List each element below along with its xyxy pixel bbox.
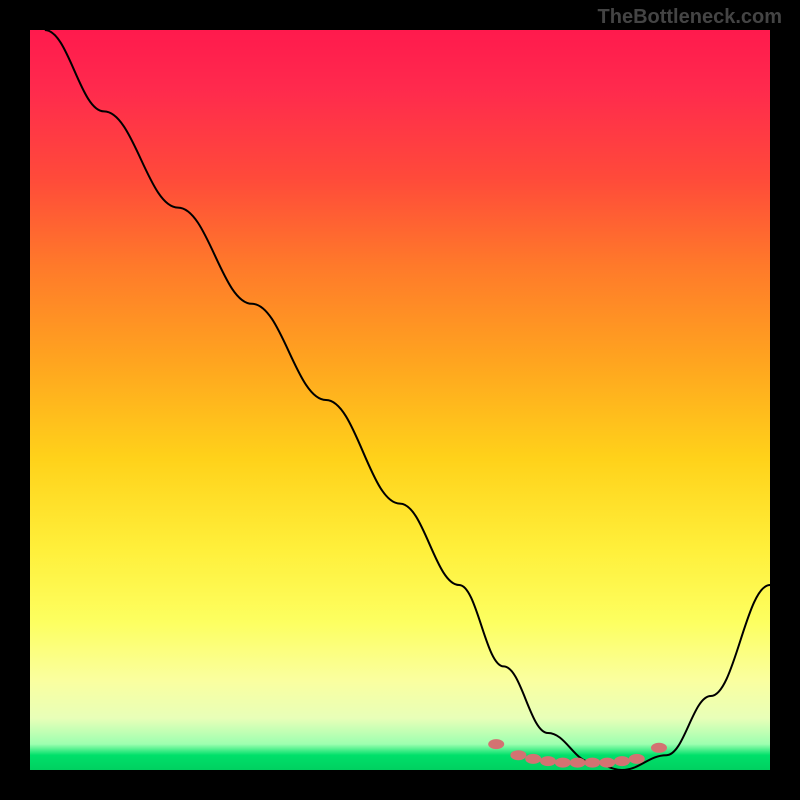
optimal-marker [599, 758, 615, 768]
optimal-marker [584, 758, 600, 768]
optimal-marker [510, 750, 526, 760]
optimal-marker [555, 758, 571, 768]
attribution-text: TheBottleneck.com [598, 6, 782, 29]
optimal-marker [570, 758, 586, 768]
optimal-marker [488, 739, 504, 749]
optimal-marker [614, 756, 630, 766]
optimal-marker [525, 754, 541, 764]
bottleneck-curve [45, 30, 770, 770]
chart-area [30, 30, 770, 770]
chart-svg [30, 30, 770, 770]
optimal-marker [540, 756, 556, 766]
optimal-marker [651, 743, 667, 753]
optimal-marker [629, 754, 645, 764]
optimal-range-markers [488, 739, 667, 768]
